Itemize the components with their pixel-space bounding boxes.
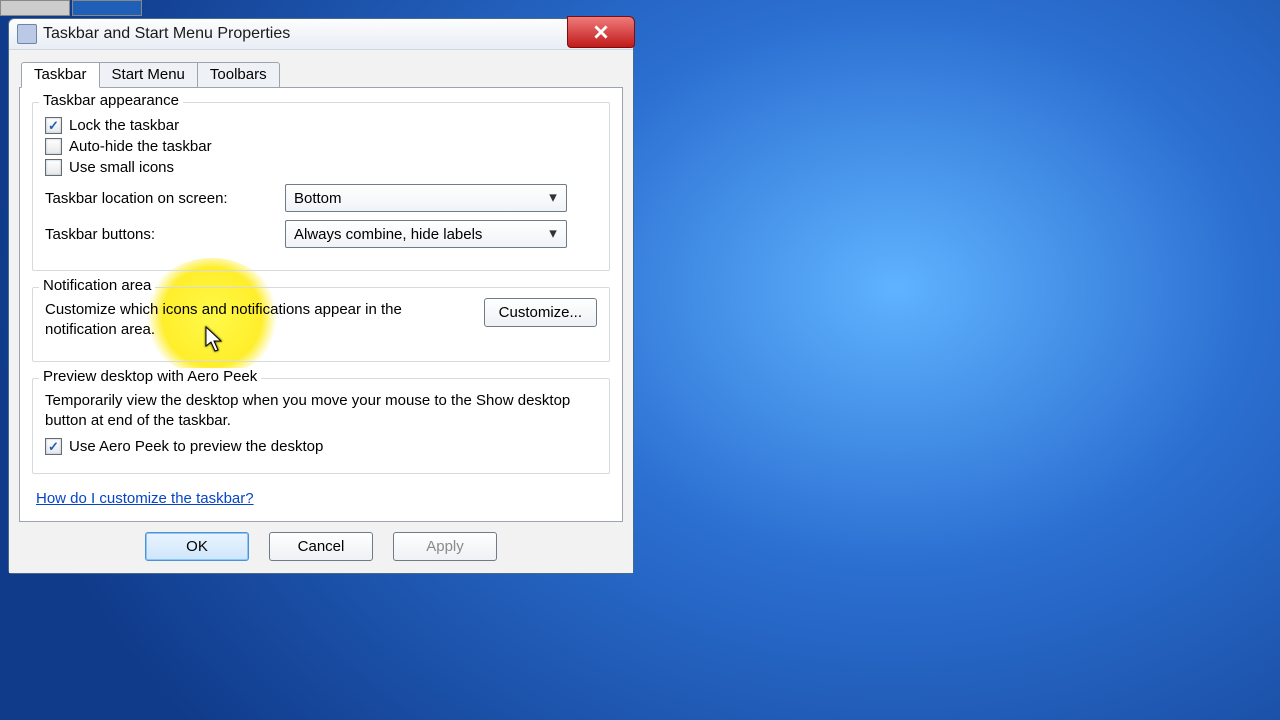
lock-taskbar-checkbox[interactable] <box>45 117 62 134</box>
ok-button[interactable]: OK <box>145 532 249 561</box>
properties-dialog: Taskbar and Start Menu Properties Taskba… <box>8 18 634 574</box>
location-row: Taskbar location on screen: Bottom ▾ <box>45 184 597 212</box>
titlebar[interactable]: Taskbar and Start Menu Properties <box>9 19 633 50</box>
desktop-icon[interactable] <box>72 0 142 16</box>
cancel-label: Cancel <box>298 538 345 555</box>
tab-taskbar[interactable]: Taskbar <box>21 62 100 88</box>
group-legend: Notification area <box>39 277 155 294</box>
cancel-button[interactable]: Cancel <box>269 532 373 561</box>
window-title: Taskbar and Start Menu Properties <box>43 25 290 43</box>
help-link[interactable]: How do I customize the taskbar? <box>36 490 254 507</box>
chevron-down-icon: ▾ <box>544 224 562 242</box>
small-icons-checkbox[interactable] <box>45 159 62 176</box>
tab-page-taskbar: Taskbar appearance Lock the taskbar Auto… <box>19 87 623 522</box>
dialog-client: Taskbar Start Menu Toolbars Taskbar appe… <box>9 50 633 573</box>
desktop-icon-strip <box>0 0 144 16</box>
customize-button[interactable]: Customize... <box>484 298 597 327</box>
close-button[interactable] <box>567 16 635 48</box>
location-combo[interactable]: Bottom ▾ <box>285 184 567 212</box>
tab-toolbars[interactable]: Toolbars <box>197 62 280 88</box>
taskbar-buttons-row: Taskbar buttons: Always combine, hide la… <box>45 220 597 248</box>
peek-row: Use Aero Peek to preview the desktop <box>45 438 597 455</box>
group-aero-peek: Preview desktop with Aero Peek Temporari… <box>32 378 610 474</box>
location-label: Taskbar location on screen: <box>45 190 285 207</box>
small-icons-row: Use small icons <box>45 159 597 176</box>
tab-label: Toolbars <box>210 66 267 83</box>
peek-label: Use Aero Peek to preview the desktop <box>69 438 323 455</box>
tab-label: Start Menu <box>112 66 185 83</box>
lock-taskbar-label: Lock the taskbar <box>69 117 179 134</box>
system-icon <box>17 24 37 44</box>
autohide-row: Auto-hide the taskbar <box>45 138 597 155</box>
taskbar-buttons-combo[interactable]: Always combine, hide labels ▾ <box>285 220 567 248</box>
tab-label: Taskbar <box>34 66 87 83</box>
desktop-icon[interactable] <box>0 0 70 16</box>
apply-button[interactable]: Apply <box>393 532 497 561</box>
group-legend: Preview desktop with Aero Peek <box>39 368 261 385</box>
taskbar-buttons-label: Taskbar buttons: <box>45 226 285 243</box>
small-icons-label: Use small icons <box>69 159 174 176</box>
group-legend: Taskbar appearance <box>39 92 183 109</box>
dialog-button-row: OK Cancel Apply <box>19 532 623 561</box>
group-taskbar-appearance: Taskbar appearance Lock the taskbar Auto… <box>32 102 610 271</box>
tab-start-menu[interactable]: Start Menu <box>99 62 198 88</box>
lock-taskbar-row: Lock the taskbar <box>45 117 597 134</box>
taskbar-buttons-value: Always combine, hide labels <box>294 226 482 243</box>
autohide-checkbox[interactable] <box>45 138 62 155</box>
location-value: Bottom <box>294 190 342 207</box>
chevron-down-icon: ▾ <box>544 188 562 206</box>
help-link-row: How do I customize the taskbar? <box>36 490 610 507</box>
apply-label: Apply <box>426 538 464 555</box>
customize-label: Customize... <box>499 304 582 321</box>
tab-strip: Taskbar Start Menu Toolbars <box>21 58 623 88</box>
notification-helptext: Customize which icons and notifications … <box>45 300 474 339</box>
peek-checkbox[interactable] <box>45 438 62 455</box>
autohide-label: Auto-hide the taskbar <box>69 138 212 155</box>
group-notification-area: Notification area Customize which icons … <box>32 287 610 362</box>
ok-label: OK <box>186 538 208 555</box>
close-icon <box>594 25 608 39</box>
peek-helptext: Temporarily view the desktop when you mo… <box>45 391 597 430</box>
